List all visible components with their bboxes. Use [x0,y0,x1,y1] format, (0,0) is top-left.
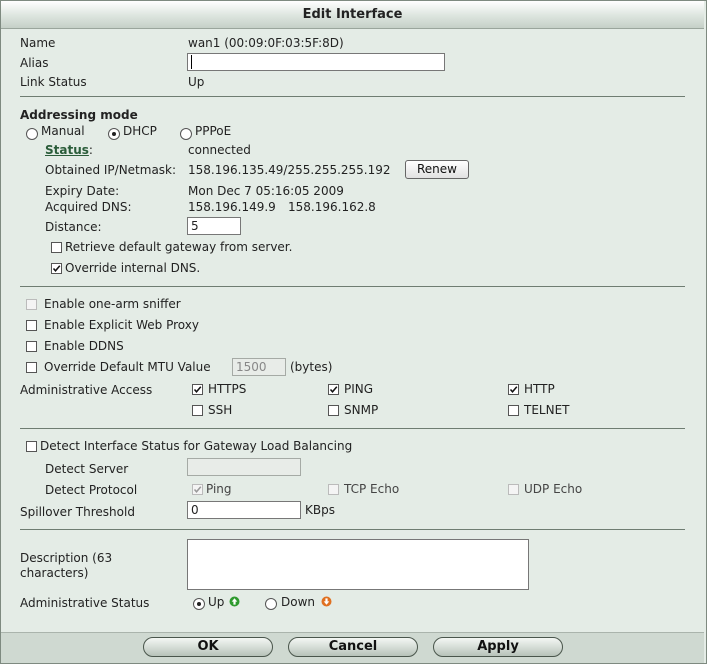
detect-server-input[interactable] [187,458,301,476]
acquired-dns-secondary: 158.196.162.8 [288,200,376,214]
one-arm-sniffer-checkbox[interactable] [26,299,37,310]
expiry-date-value: Mon Dec 7 05:16:05 2009 [188,184,344,198]
checkmark-icon [193,386,202,393]
radio-pppoe-label: PPPoE [195,124,232,138]
dialog-title: Edit Interface [1,1,704,29]
status-down-label: Down [281,595,316,609]
radio-manual-label: Manual [41,124,85,138]
status-row: Status: [45,143,93,157]
alias-input[interactable] [187,53,445,71]
checkmark-icon [193,486,202,493]
override-dns-checkbox[interactable] [51,263,62,274]
status-link[interactable]: Status [45,143,89,157]
name-label: Name [20,36,56,50]
enable-ddns-label: Enable DDNS [44,339,124,353]
addressing-mode-heading: Addressing mode [20,108,138,122]
status-value: connected [188,143,251,157]
access-ping-checkbox[interactable] [328,384,339,395]
override-dns-label: Override internal DNS. [65,261,201,275]
detect-status-label: Detect Interface Status for Gateway Load… [40,439,353,453]
radio-manual[interactable] [26,128,38,140]
access-ssh-checkbox[interactable] [192,405,203,416]
enable-ddns-checkbox[interactable] [26,341,37,352]
link-status-label: Link Status [20,75,87,89]
admin-access-label: Administrative Access [20,383,153,397]
description-textarea[interactable] [187,539,529,590]
arrow-down-icon [321,596,332,607]
detect-status-checkbox[interactable] [26,441,37,452]
detect-protocol-label: Detect Protocol [45,483,138,497]
text-cursor [191,55,192,69]
link-status-value: Up [188,75,205,89]
apply-button[interactable]: Apply [433,637,563,657]
checkmark-icon [329,386,338,393]
protocol-tcp-echo-label: TCP Echo [344,482,400,496]
divider [20,529,685,530]
protocol-udp-echo-label: UDP Echo [524,482,583,496]
access-telnet-checkbox[interactable] [508,405,519,416]
radio-dhcp-label: DHCP [123,124,157,138]
admin-status-label: Administrative Status [20,596,150,610]
description-label-line1: Description (63 [20,551,113,565]
divider [20,96,685,97]
retrieve-gateway-label: Retrieve default gateway from server. [65,240,293,254]
access-https-label: HTTPS [208,382,247,396]
access-https-checkbox[interactable] [192,384,203,395]
protocol-ping-checkbox[interactable] [192,484,203,495]
distance-input[interactable] [187,217,241,235]
radio-dhcp[interactable] [108,128,120,140]
access-snmp-checkbox[interactable] [328,405,339,416]
protocol-udp-echo-checkbox[interactable] [508,484,519,495]
cancel-button[interactable]: Cancel [288,637,418,657]
access-http-checkbox[interactable] [508,384,519,395]
acquired-dns-label: Acquired DNS: [45,200,132,214]
access-ssh-label: SSH [208,403,233,417]
divider [20,428,685,429]
radio-status-down[interactable] [265,598,277,610]
status-up-label: Up [208,595,225,609]
arrow-up-icon [229,596,240,607]
obtained-ip-value: 158.196.135.49/255.255.255.192 [188,163,391,177]
one-arm-sniffer-label: Enable one-arm sniffer [44,297,181,311]
access-snmp-label: SNMP [344,403,379,417]
distance-label: Distance: [45,220,102,234]
override-mtu-checkbox[interactable] [26,362,37,373]
mtu-unit: (bytes) [290,360,333,374]
alias-label: Alias [20,56,49,70]
mtu-input[interactable] [232,358,286,376]
protocol-ping-label: Ping [206,482,232,496]
checkmark-icon [509,386,518,393]
detect-server-label: Detect Server [45,462,129,476]
acquired-dns-primary: 158.196.149.9 [188,200,276,214]
ok-button[interactable]: OK [143,637,273,657]
renew-button[interactable]: Renew [405,160,469,179]
checkmark-icon [52,265,61,272]
access-http-label: HTTP [524,382,555,396]
expiry-date-label: Expiry Date: [45,184,120,198]
protocol-tcp-echo-checkbox[interactable] [328,484,339,495]
description-label-line2: characters) [20,566,89,580]
spillover-label: Spillover Threshold [20,505,135,519]
spillover-input[interactable] [187,501,301,519]
name-value: wan1 (00:09:0F:03:5F:8D) [188,36,344,50]
access-telnet-label: TELNET [524,403,570,417]
obtained-ip-label: Obtained IP/Netmask: [45,163,177,177]
explicit-web-proxy-checkbox[interactable] [26,320,37,331]
access-ping-label: PING [344,382,374,396]
radio-selected-dot [197,602,201,606]
spillover-unit: KBps [305,503,335,517]
radio-pppoe[interactable] [180,128,192,140]
status-colon: : [88,143,93,157]
radio-status-up[interactable] [193,598,205,610]
divider [20,286,685,287]
radio-selected-dot [112,132,116,136]
override-mtu-label: Override Default MTU Value [44,360,211,374]
retrieve-gateway-checkbox[interactable] [51,242,62,253]
explicit-web-proxy-label: Enable Explicit Web Proxy [44,318,199,332]
